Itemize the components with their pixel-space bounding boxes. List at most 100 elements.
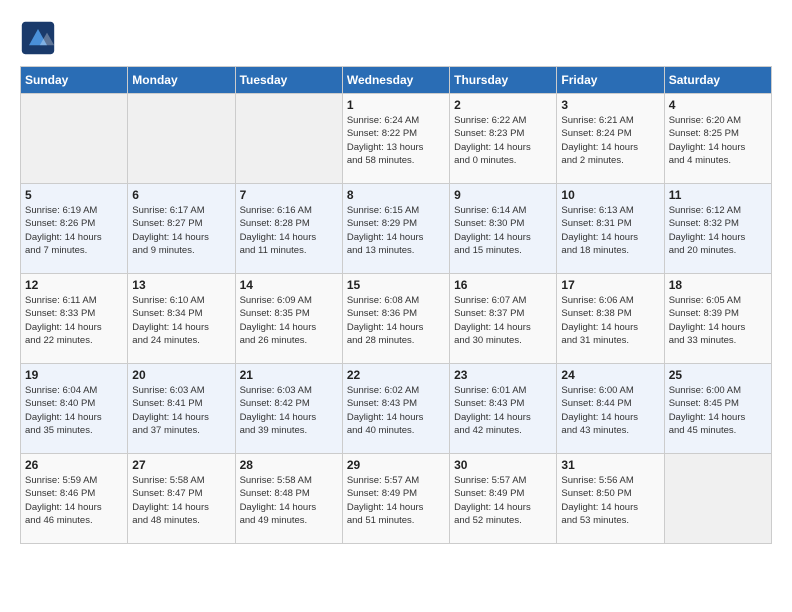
calendar-cell: 12 Sunrise: 6:11 AM Sunset: 8:33 PM Dayli… (21, 274, 128, 364)
calendar-cell: 2Sunrise: 6:22 AM Sunset: 8:23 PM Daylig… (450, 94, 557, 184)
day-info: Sunrise: 6:06 AM Sunset: 8:38 PM Dayligh… (561, 294, 659, 347)
day-number: 15 (347, 278, 445, 292)
day-info: Sunrise: 6:16 AM Sunset: 8:28 PM Dayligh… (240, 204, 338, 257)
day-info: Sunrise: 6:04 AM Sunset: 8:40 PM Dayligh… (25, 384, 123, 437)
weekday-header-cell: Sunday (21, 67, 128, 94)
calendar-cell: 25 Sunrise: 6:00 AM Sunset: 8:45 PM Dayli… (664, 364, 771, 454)
day-info: Sunrise: 6:22 AM Sunset: 8:23 PM Dayligh… (454, 114, 552, 167)
calendar-cell: 18 Sunrise: 6:05 AM Sunset: 8:39 PM Dayli… (664, 274, 771, 364)
day-number: 28 (240, 458, 338, 472)
calendar-week-row: 5 Sunrise: 6:19 AM Sunset: 8:26 PM Daylig… (21, 184, 772, 274)
page-header (20, 20, 772, 56)
calendar-cell: 4 Sunrise: 6:20 AM Sunset: 8:25 PM Daylig… (664, 94, 771, 184)
day-info: Sunrise: 6:24 AM Sunset: 8:22 PM Dayligh… (347, 114, 445, 167)
calendar-cell: 31 Sunrise: 5:56 AM Sunset: 8:50 PM Dayli… (557, 454, 664, 544)
day-info: Sunrise: 5:59 AM Sunset: 8:46 PM Dayligh… (25, 474, 123, 527)
day-number: 9 (454, 188, 552, 202)
calendar-cell: 28 Sunrise: 5:58 AM Sunset: 8:48 PM Dayli… (235, 454, 342, 544)
day-info: Sunrise: 6:02 AM Sunset: 8:43 PM Dayligh… (347, 384, 445, 437)
day-info: Sunrise: 5:58 AM Sunset: 8:48 PM Dayligh… (240, 474, 338, 527)
weekday-header-cell: Thursday (450, 67, 557, 94)
day-number: 27 (132, 458, 230, 472)
calendar-cell: 5 Sunrise: 6:19 AM Sunset: 8:26 PM Daylig… (21, 184, 128, 274)
day-info: Sunrise: 6:05 AM Sunset: 8:39 PM Dayligh… (669, 294, 767, 347)
calendar-cell: 3Sunrise: 6:21 AM Sunset: 8:24 PM Daylig… (557, 94, 664, 184)
day-info: Sunrise: 6:15 AM Sunset: 8:29 PM Dayligh… (347, 204, 445, 257)
day-number: 30 (454, 458, 552, 472)
day-info: Sunrise: 6:20 AM Sunset: 8:25 PM Dayligh… (669, 114, 767, 167)
day-info: Sunrise: 6:03 AM Sunset: 8:42 PM Dayligh… (240, 384, 338, 437)
calendar-cell: 1 Sunrise: 6:24 AM Sunset: 8:22 PM Daylig… (342, 94, 449, 184)
day-number: 18 (669, 278, 767, 292)
calendar-week-row: 12 Sunrise: 6:11 AM Sunset: 8:33 PM Dayli… (21, 274, 772, 364)
calendar-week-row: 26 Sunrise: 5:59 AM Sunset: 8:46 PM Dayli… (21, 454, 772, 544)
weekday-header-cell: Monday (128, 67, 235, 94)
calendar-cell: 22 Sunrise: 6:02 AM Sunset: 8:43 PM Dayli… (342, 364, 449, 454)
day-number: 22 (347, 368, 445, 382)
day-number: 25 (669, 368, 767, 382)
calendar-week-row: 1 Sunrise: 6:24 AM Sunset: 8:22 PM Daylig… (21, 94, 772, 184)
day-number: 8 (347, 188, 445, 202)
day-info: Sunrise: 5:58 AM Sunset: 8:47 PM Dayligh… (132, 474, 230, 527)
day-number: 1 (347, 98, 445, 112)
calendar-cell (664, 454, 771, 544)
day-number: 5 (25, 188, 123, 202)
day-info: Sunrise: 6:07 AM Sunset: 8:37 PM Dayligh… (454, 294, 552, 347)
calendar-week-row: 19 Sunrise: 6:04 AM Sunset: 8:40 PM Dayli… (21, 364, 772, 454)
weekday-header-cell: Friday (557, 67, 664, 94)
calendar-cell: 9 Sunrise: 6:14 AM Sunset: 8:30 PM Daylig… (450, 184, 557, 274)
day-number: 20 (132, 368, 230, 382)
calendar-cell: 23Sunrise: 6:01 AM Sunset: 8:43 PM Dayli… (450, 364, 557, 454)
logo (20, 20, 60, 56)
calendar-cell: 15 Sunrise: 6:08 AM Sunset: 8:36 PM Dayli… (342, 274, 449, 364)
day-number: 14 (240, 278, 338, 292)
day-info: Sunrise: 6:19 AM Sunset: 8:26 PM Dayligh… (25, 204, 123, 257)
calendar-cell: 14Sunrise: 6:09 AM Sunset: 8:35 PM Dayli… (235, 274, 342, 364)
day-info: Sunrise: 5:57 AM Sunset: 8:49 PM Dayligh… (347, 474, 445, 527)
weekday-header-cell: Saturday (664, 67, 771, 94)
day-info: Sunrise: 6:21 AM Sunset: 8:24 PM Dayligh… (561, 114, 659, 167)
day-info: Sunrise: 6:14 AM Sunset: 8:30 PM Dayligh… (454, 204, 552, 257)
day-info: Sunrise: 6:13 AM Sunset: 8:31 PM Dayligh… (561, 204, 659, 257)
day-info: Sunrise: 6:10 AM Sunset: 8:34 PM Dayligh… (132, 294, 230, 347)
day-number: 24 (561, 368, 659, 382)
day-info: Sunrise: 6:03 AM Sunset: 8:41 PM Dayligh… (132, 384, 230, 437)
calendar-cell: 30 Sunrise: 5:57 AM Sunset: 8:49 PM Dayli… (450, 454, 557, 544)
day-number: 26 (25, 458, 123, 472)
day-number: 6 (132, 188, 230, 202)
calendar-cell: 6 Sunrise: 6:17 AM Sunset: 8:27 PM Daylig… (128, 184, 235, 274)
day-number: 31 (561, 458, 659, 472)
day-info: Sunrise: 6:00 AM Sunset: 8:44 PM Dayligh… (561, 384, 659, 437)
calendar-cell: 11Sunrise: 6:12 AM Sunset: 8:32 PM Dayli… (664, 184, 771, 274)
calendar-cell: 7Sunrise: 6:16 AM Sunset: 8:28 PM Daylig… (235, 184, 342, 274)
day-number: 19 (25, 368, 123, 382)
calendar-cell: 24 Sunrise: 6:00 AM Sunset: 8:44 PM Dayli… (557, 364, 664, 454)
day-info: Sunrise: 6:12 AM Sunset: 8:32 PM Dayligh… (669, 204, 767, 257)
logo-icon (20, 20, 56, 56)
calendar-cell (128, 94, 235, 184)
day-info: Sunrise: 5:57 AM Sunset: 8:49 PM Dayligh… (454, 474, 552, 527)
day-number: 17 (561, 278, 659, 292)
calendar-cell: 21Sunrise: 6:03 AM Sunset: 8:42 PM Dayli… (235, 364, 342, 454)
day-info: Sunrise: 6:00 AM Sunset: 8:45 PM Dayligh… (669, 384, 767, 437)
day-info: Sunrise: 6:17 AM Sunset: 8:27 PM Dayligh… (132, 204, 230, 257)
day-number: 4 (669, 98, 767, 112)
calendar-cell: 16 Sunrise: 6:07 AM Sunset: 8:37 PM Dayli… (450, 274, 557, 364)
calendar-cell: 13Sunrise: 6:10 AM Sunset: 8:34 PM Dayli… (128, 274, 235, 364)
day-number: 12 (25, 278, 123, 292)
calendar-body: 1 Sunrise: 6:24 AM Sunset: 8:22 PM Daylig… (21, 94, 772, 544)
day-info: Sunrise: 6:01 AM Sunset: 8:43 PM Dayligh… (454, 384, 552, 437)
day-info: Sunrise: 6:11 AM Sunset: 8:33 PM Dayligh… (25, 294, 123, 347)
calendar-cell (21, 94, 128, 184)
day-info: Sunrise: 5:56 AM Sunset: 8:50 PM Dayligh… (561, 474, 659, 527)
calendar-cell: 10 Sunrise: 6:13 AM Sunset: 8:31 PM Dayli… (557, 184, 664, 274)
calendar-cell: 8 Sunrise: 6:15 AM Sunset: 8:29 PM Daylig… (342, 184, 449, 274)
day-info: Sunrise: 6:08 AM Sunset: 8:36 PM Dayligh… (347, 294, 445, 347)
calendar-cell: 20 Sunrise: 6:03 AM Sunset: 8:41 PM Dayli… (128, 364, 235, 454)
day-number: 29 (347, 458, 445, 472)
calendar-table: SundayMondayTuesdayWednesdayThursdayFrid… (20, 66, 772, 544)
calendar-cell: 26 Sunrise: 5:59 AM Sunset: 8:46 PM Dayli… (21, 454, 128, 544)
day-number: 16 (454, 278, 552, 292)
calendar-cell: 29 Sunrise: 5:57 AM Sunset: 8:49 PM Dayli… (342, 454, 449, 544)
day-number: 10 (561, 188, 659, 202)
